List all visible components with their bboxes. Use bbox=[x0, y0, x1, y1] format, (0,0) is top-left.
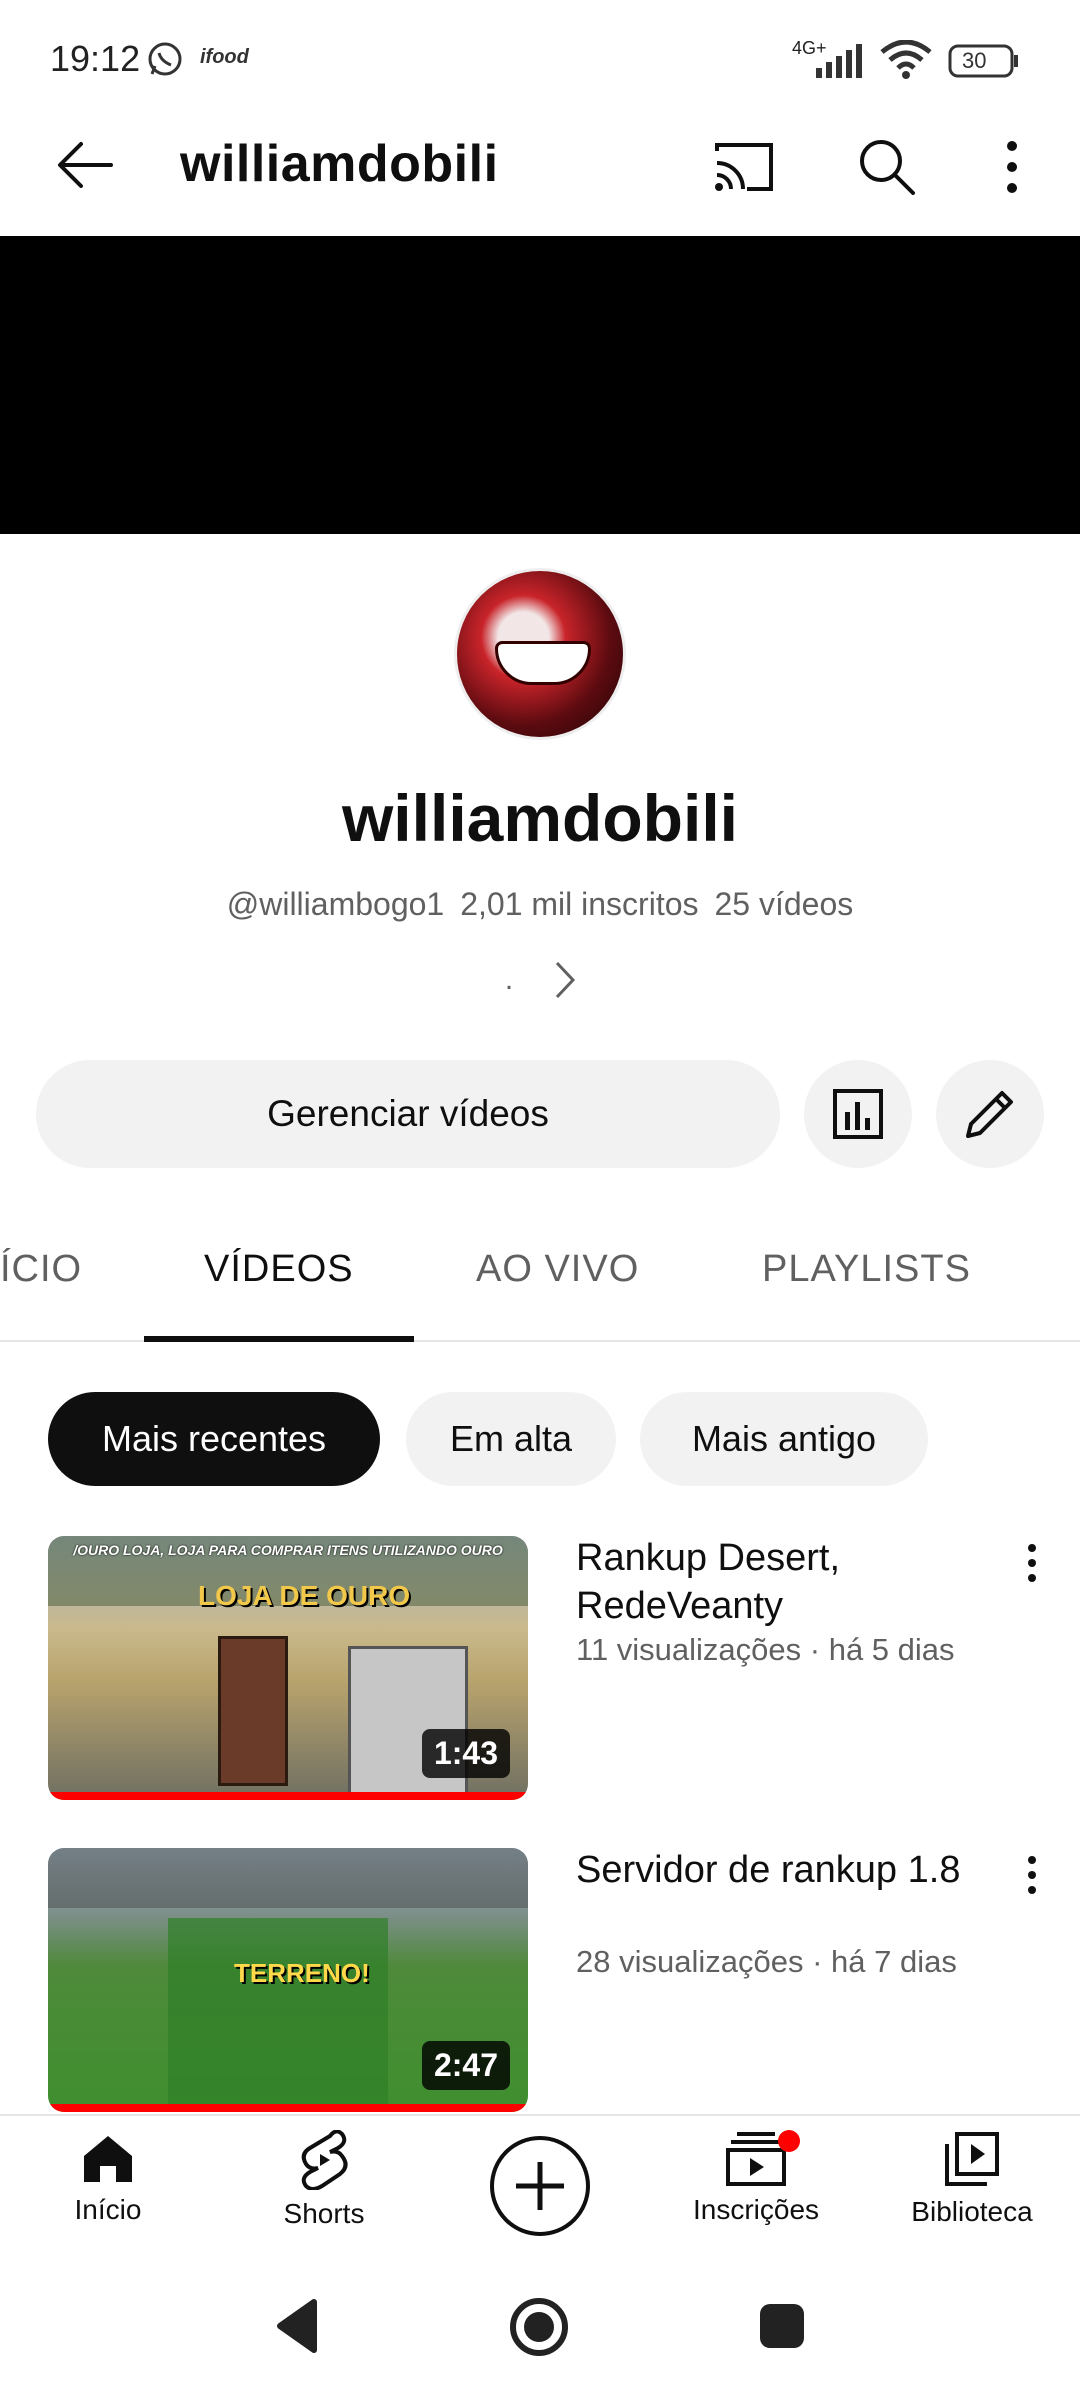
video-title[interactable]: Rankup Desert, RedeVeanty bbox=[576, 1534, 996, 1630]
avatar-artwork bbox=[495, 641, 591, 685]
triangle-back-icon bbox=[277, 2299, 317, 2353]
analytics-icon bbox=[833, 1089, 883, 1139]
signal-icon bbox=[812, 44, 868, 78]
more-vert-icon bbox=[1028, 1856, 1036, 1894]
video-count: 25 vídeos bbox=[714, 886, 854, 922]
nav-subscriptions[interactable]: Inscrições bbox=[676, 2130, 836, 2250]
chevron-right-icon bbox=[556, 961, 576, 999]
cast-button[interactable] bbox=[706, 132, 782, 202]
chip-popular[interactable]: Em alta bbox=[406, 1392, 616, 1486]
square-recents-icon bbox=[760, 2304, 804, 2348]
more-vert-icon bbox=[1007, 141, 1017, 193]
page-title: williamdobili bbox=[180, 135, 499, 193]
channel-handle: @williambogo1 bbox=[226, 886, 445, 922]
system-home-button[interactable] bbox=[508, 2296, 570, 2358]
watch-progress-bar bbox=[48, 2104, 528, 2112]
chip-latest[interactable]: Mais recentes bbox=[48, 1392, 380, 1486]
thumbnail-terrain bbox=[168, 1918, 388, 2112]
subscriber-count: 2,01 mil inscritos bbox=[460, 886, 699, 922]
channel-banner bbox=[0, 236, 1080, 534]
video-more-button[interactable] bbox=[1012, 1528, 1052, 1598]
ifood-notification-icon: ifood bbox=[200, 46, 249, 68]
shorts-icon bbox=[301, 2130, 348, 2190]
channel-tabs: ÍCIO VÍDEOS AO VIVO PLAYLISTS bbox=[0, 1200, 1080, 1342]
nav-subscriptions-label: Inscrições bbox=[692, 2194, 820, 2225]
plus-icon bbox=[516, 2162, 564, 2210]
channel-about-link[interactable]: . bbox=[496, 952, 586, 1008]
library-icon bbox=[945, 2132, 999, 2186]
video-meta: 28 visualizações · há 7 dias bbox=[576, 1944, 957, 1979]
thumbnail-sign: LOJA DE OURO bbox=[198, 1580, 411, 1611]
search-button[interactable] bbox=[850, 130, 924, 204]
wifi-icon bbox=[880, 39, 932, 80]
nav-home[interactable]: Início bbox=[28, 2130, 188, 2250]
battery-icon: 30 bbox=[948, 44, 1020, 78]
more-options-button[interactable] bbox=[982, 130, 1042, 204]
system-recents-button[interactable] bbox=[754, 2298, 810, 2354]
video-meta: 11 visualizações · há 5 dias bbox=[576, 1632, 955, 1667]
circle-home-icon bbox=[510, 2298, 568, 2356]
channel-meta: @williambogo1 2,01 mil inscritos 25 vídeos bbox=[0, 886, 1080, 923]
active-tab-indicator bbox=[144, 1336, 414, 1342]
video-thumbnail[interactable]: /OURO LOJA, LOJA PARA COMPRAR ITENS UTIL… bbox=[48, 1536, 528, 1800]
subscriptions-icon-wrap bbox=[676, 2130, 836, 2186]
video-more-button[interactable] bbox=[1012, 1840, 1052, 1910]
status-time: 19:12 bbox=[50, 38, 141, 79]
system-back-button[interactable] bbox=[268, 2296, 328, 2356]
about-dot: . bbox=[504, 963, 514, 996]
cast-icon bbox=[715, 143, 773, 191]
search-icon bbox=[860, 140, 915, 195]
create-button[interactable] bbox=[490, 2136, 590, 2236]
notification-dot bbox=[778, 2130, 800, 2152]
whatsapp-icon bbox=[146, 40, 184, 78]
watch-progress-bar bbox=[48, 1792, 528, 1800]
pencil-icon bbox=[966, 1091, 1013, 1138]
battery-level: 30 bbox=[962, 48, 987, 73]
channel-avatar[interactable] bbox=[454, 568, 626, 740]
nav-library-label: Biblioteca bbox=[911, 2196, 1033, 2227]
thumbnail-caption: /OURO LOJA, LOJA PARA COMPRAR ITENS UTIL… bbox=[73, 1542, 503, 1558]
chip-oldest[interactable]: Mais antigo bbox=[640, 1392, 928, 1486]
video-title[interactable]: Servidor de rankup 1.8 bbox=[576, 1846, 996, 1894]
nav-shorts[interactable]: Shorts bbox=[244, 2130, 404, 2250]
channel-name: williamdobili bbox=[341, 781, 739, 855]
home-icon bbox=[84, 2136, 132, 2182]
video-duration: 2:47 bbox=[421, 2041, 510, 2090]
back-button[interactable] bbox=[50, 130, 120, 200]
tab-home[interactable]: ÍCIO bbox=[0, 1248, 82, 1291]
video-duration: 1:43 bbox=[421, 1729, 510, 1778]
more-vert-icon bbox=[1028, 1544, 1036, 1582]
tab-live[interactable]: AO VIVO bbox=[476, 1248, 639, 1291]
manage-videos-button[interactable]: Gerenciar vídeos bbox=[36, 1060, 780, 1168]
nav-library[interactable]: Biblioteca bbox=[892, 2130, 1052, 2250]
tab-videos[interactable]: VÍDEOS bbox=[204, 1248, 354, 1291]
analytics-button[interactable] bbox=[804, 1060, 912, 1168]
nav-shorts-label: Shorts bbox=[283, 2198, 365, 2229]
video-thumbnail[interactable]: TERRENO! 2:47 bbox=[48, 1848, 528, 2112]
nav-home-label: Início bbox=[74, 2194, 142, 2225]
back-arrow-icon bbox=[58, 142, 113, 188]
edit-channel-button[interactable] bbox=[936, 1060, 1044, 1168]
tab-playlists[interactable]: PLAYLISTS bbox=[762, 1248, 971, 1291]
thumbnail-character bbox=[218, 1636, 288, 1786]
thumbnail-sign: TERRENO! bbox=[234, 1958, 370, 1988]
